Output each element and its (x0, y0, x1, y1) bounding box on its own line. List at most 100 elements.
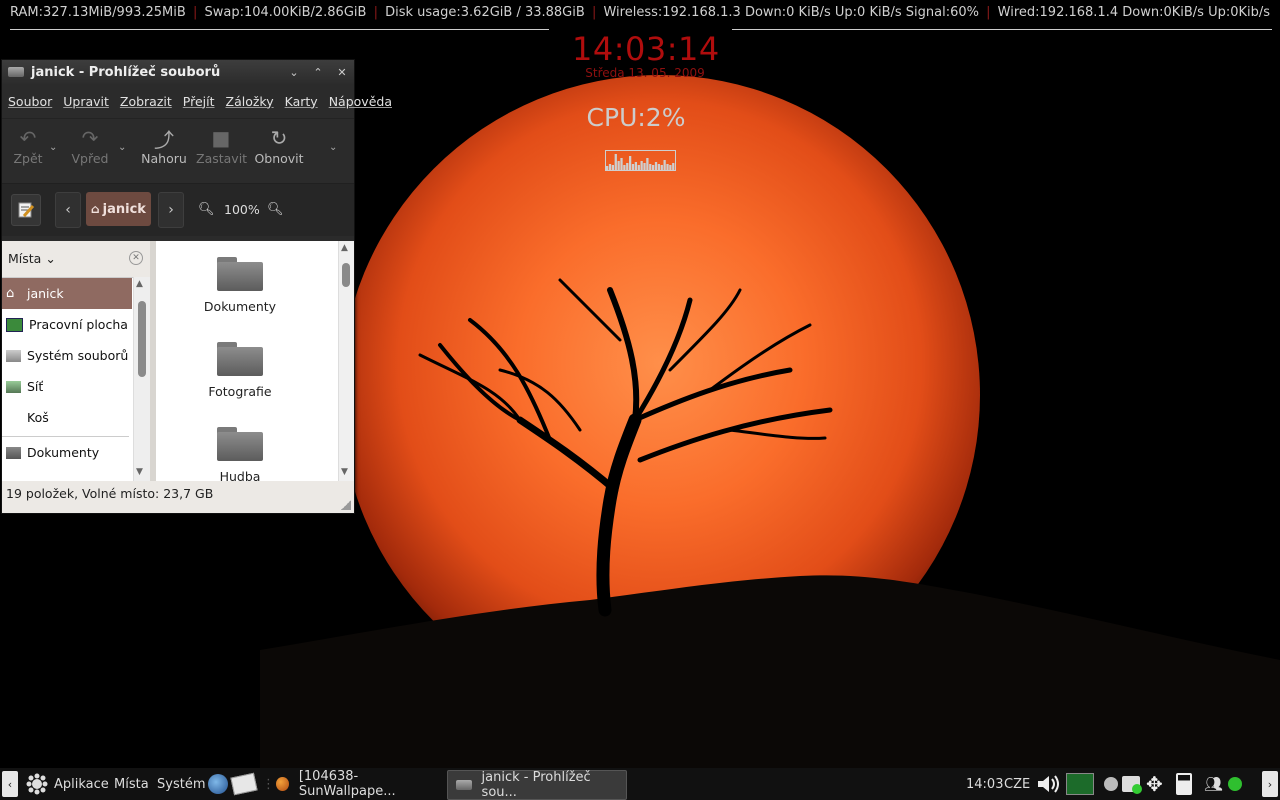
breadcrumb-home[interactable]: ⌂ janick (86, 192, 151, 226)
forward-arrow-icon: ↷ (81, 126, 99, 150)
window-title: janick - Prohlížeč souborů (31, 64, 221, 80)
minimize-button[interactable]: ⌄ (282, 66, 306, 79)
cpu-usage: CPU:2% (586, 103, 686, 132)
menu-edit[interactable]: Upravit (63, 94, 109, 109)
scroll-down-icon[interactable]: ▼ (341, 467, 348, 477)
scrollbar-thumb[interactable] (342, 263, 350, 287)
cpu-graph (605, 150, 676, 171)
users-icon[interactable]: 👥︎ (1204, 768, 1223, 800)
bottom-panel: ‹ Aplikace Místa Systém ⋮ [104638-SunWal… (0, 768, 1280, 800)
folder-icon (217, 342, 263, 376)
scrollbar-thumb[interactable] (138, 301, 146, 377)
sidebar-scrollbar[interactable]: ▲ ▼ (133, 277, 151, 481)
network-status-icon[interactable] (1228, 768, 1242, 800)
disk-icon[interactable] (1104, 768, 1118, 800)
window-titlebar[interactable]: janick - Prohlížeč souborů ⌄ ⌃ ✕ (2, 60, 354, 84)
cpu-graph-bar (669, 165, 672, 170)
zoom-level[interactable]: 100% (224, 202, 260, 217)
cpu-graph-bar (617, 161, 620, 170)
sidebar-item-trash[interactable]: Koš (2, 402, 132, 433)
drive-icon (6, 349, 21, 362)
menu-file[interactable]: Soubor (8, 94, 52, 109)
menu-places[interactable]: Místa (114, 768, 149, 800)
sidebar-item-label: Koš (27, 410, 49, 425)
panel-clock[interactable]: 14:03 (966, 768, 1003, 800)
toolbar: ↶ Zpět ⌄ ↷ Vpřed ⌄ ⤴ Nahoru ■ Zastavit ↻… (2, 118, 354, 183)
volume-icon[interactable] (1036, 768, 1064, 800)
location-bar: ‹ ⌂ janick › 🔍︎ 100% 🔍︎ (2, 183, 354, 236)
stop-icon: ■ (211, 126, 231, 150)
zoom-in-icon[interactable]: 🔍︎ (267, 202, 284, 217)
menu-tabs[interactable]: Karty (285, 94, 318, 109)
sidebar-item-documents[interactable]: Dokumenty (2, 437, 132, 468)
taskbar-item-file-manager[interactable]: janick - Prohlížeč sou... (447, 770, 627, 800)
sidebar-header[interactable]: Místa ⌄ ✕ (2, 241, 150, 278)
swap-usage: Swap:104.00KiB/2.86GiB (204, 5, 367, 20)
separator: | (192, 5, 198, 20)
sidebar-item-home[interactable]: ⌂ janick (2, 278, 132, 309)
forward-history-dropdown[interactable]: ⌄ (118, 142, 126, 153)
separator: | (591, 5, 597, 20)
maximize-button[interactable]: ⌃ (306, 66, 330, 79)
file-item-music[interactable]: Hudba (156, 427, 324, 481)
sidebar-item-desktop[interactable]: Pracovní plocha (2, 309, 132, 340)
menu-system[interactable]: Systém (157, 768, 205, 800)
toolbar-overflow-button[interactable]: ⌄ (329, 142, 337, 153)
scroll-down-icon[interactable]: ▼ (136, 467, 143, 477)
sidebar-item-label: Pracovní plocha (29, 317, 128, 332)
forward-button[interactable]: ↷ Vpřed (68, 125, 112, 166)
panel-scroll-right[interactable]: › (1262, 771, 1278, 797)
menu-bookmarks[interactable]: Záložky (226, 94, 274, 109)
file-item-photos[interactable]: Fotografie (156, 342, 324, 399)
update-notifier-icon[interactable] (1122, 768, 1142, 800)
sidebar-item-network[interactable]: Síť (2, 371, 132, 402)
menu-go[interactable]: Přejít (183, 94, 215, 109)
taskbar-item-firefox[interactable]: [104638-SunWallpape... (272, 769, 442, 799)
folder-icon (6, 446, 21, 459)
sidebar-item-label: Systém souborů (27, 348, 129, 363)
cpu-graph-bar (643, 163, 646, 170)
edit-location-button[interactable] (11, 194, 41, 226)
mail-launcher-icon[interactable] (230, 768, 258, 800)
ram-usage: RAM:327.13MiB/993.25MiB (9, 5, 186, 20)
menu-applications[interactable]: Aplikace (54, 768, 109, 800)
up-button[interactable]: ⤴ Nahoru (140, 125, 188, 167)
chevron-down-icon: ⌄ (45, 251, 56, 266)
folder-icon (8, 67, 24, 77)
file-label: Dokumenty (203, 299, 277, 314)
file-view-scrollbar[interactable]: ▲ ▼ (338, 241, 354, 481)
file-item-documents[interactable]: Dokumenty (156, 257, 324, 314)
conky-clock: 14:03:14 (572, 30, 720, 68)
menu-help[interactable]: Nápověda (329, 94, 392, 109)
cpu-graph-bar (629, 156, 632, 170)
scroll-up-icon[interactable]: ▲ (136, 279, 143, 289)
back-button[interactable]: ↶ Zpět (8, 125, 48, 166)
keyboard-layout[interactable]: CZE (1004, 768, 1030, 800)
panel-scroll-left[interactable]: ‹ (2, 771, 18, 797)
trash-icon (6, 412, 21, 424)
file-label: Fotografie (208, 384, 272, 399)
battery-icon[interactable] (1176, 768, 1192, 800)
move-arrows-icon[interactable]: ✥ (1146, 768, 1163, 800)
stop-button[interactable]: ■ Zastavit (196, 125, 247, 166)
menu-view[interactable]: Zobrazit (120, 94, 172, 109)
gnome-foot-icon[interactable] (26, 768, 48, 800)
status-text: 19 položek, Volné místo: 23,7 GB (6, 486, 214, 501)
task-label: janick - Prohlížeč sou... (481, 770, 591, 800)
zoom-out-icon[interactable]: 🔍︎ (198, 202, 215, 217)
cpu-graph-bar (606, 166, 609, 170)
reload-button[interactable]: ↻ Obnovit (254, 125, 304, 166)
browser-launcher-icon[interactable] (208, 768, 228, 800)
back-history-dropdown[interactable]: ⌄ (49, 142, 57, 153)
close-button[interactable]: ✕ (330, 66, 354, 79)
system-monitor-applet[interactable] (1066, 768, 1094, 800)
firefox-icon (276, 777, 289, 791)
cpu-graph-bar (654, 162, 658, 170)
sidebar-item-label: janick (27, 286, 64, 301)
close-sidebar-icon[interactable]: ✕ (129, 251, 143, 265)
scroll-up-icon[interactable]: ▲ (341, 243, 348, 253)
resize-grip[interactable] (341, 500, 351, 510)
sidebar-item-filesystem[interactable]: Systém souborů (2, 340, 132, 371)
path-forward-button[interactable]: › (158, 192, 184, 228)
path-back-button[interactable]: ‹ (55, 192, 81, 228)
